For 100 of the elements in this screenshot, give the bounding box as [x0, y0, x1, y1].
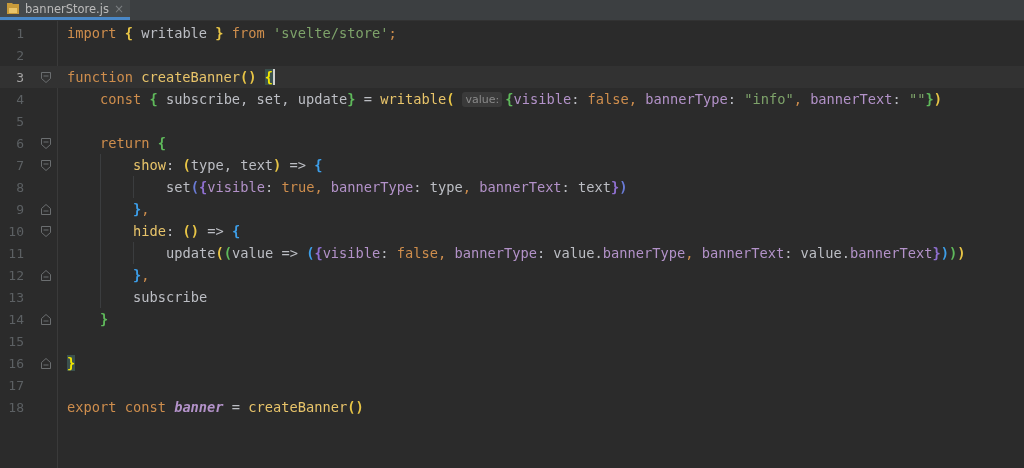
fold-icon[interactable] [41, 225, 51, 237]
code-token: : text [561, 179, 612, 195]
code-token: set [166, 179, 191, 195]
code-token: bannerType [602, 245, 686, 261]
matched-bracket: { [264, 69, 274, 85]
bracket: ( [190, 179, 199, 195]
code-token: , [141, 201, 150, 217]
unfold-icon[interactable] [41, 269, 51, 281]
code-token: , [438, 245, 448, 261]
code-token: : [571, 91, 581, 107]
bracket: } [215, 25, 224, 41]
code-token: , [141, 267, 150, 283]
line-number: 10 [7, 223, 24, 239]
code-token: writable [140, 25, 209, 41]
line-number: 5 [15, 113, 24, 129]
bracket: ) [948, 245, 958, 261]
code-token: hide [133, 223, 166, 239]
code-token: = [362, 91, 373, 107]
tab-title: bannerStore.js [25, 1, 109, 16]
code-token: value => [231, 245, 299, 261]
code-token: = [230, 399, 242, 415]
bracket: { [314, 157, 323, 173]
bracket: () [240, 69, 258, 85]
line-number: 2 [15, 47, 24, 63]
code-token: bannerType [330, 179, 414, 195]
code-token: : [165, 223, 176, 239]
file-tab[interactable]: bannerStore.js × [0, 0, 131, 20]
code-token: bannerText [810, 91, 893, 107]
code-token: function [67, 69, 134, 85]
line-number: 12 [7, 267, 24, 283]
unfold-icon[interactable] [41, 203, 51, 215]
code-token: const [100, 91, 143, 107]
unfold-icon[interactable] [41, 357, 51, 369]
bracket: ( [446, 91, 455, 107]
bracket: { [199, 179, 208, 195]
bracket: } [611, 179, 620, 195]
code-token: , [628, 91, 639, 107]
bracket: ( [215, 245, 224, 261]
bracket: () [182, 223, 199, 239]
code-token: , [314, 179, 324, 195]
bracket: } [133, 201, 142, 217]
code-token: from [230, 25, 266, 41]
bracket: { [231, 223, 241, 239]
line-number: 9 [15, 201, 24, 217]
code-token: ; [388, 25, 397, 41]
unfold-icon[interactable] [41, 313, 51, 325]
code-token: false [396, 245, 438, 261]
code-token: "info" [744, 91, 794, 107]
code-token: subscribe, set, update [164, 91, 348, 107]
code-token: "" [909, 91, 926, 107]
bracket: ( [182, 157, 191, 173]
matched-bracket: } [67, 355, 76, 371]
line-number: 1 [15, 25, 24, 41]
line-number: 6 [15, 135, 24, 151]
line-number: 18 [7, 399, 24, 415]
bracket: ) [957, 245, 966, 261]
code-token: createBanner [141, 69, 241, 85]
line-number: 17 [7, 377, 24, 393]
code-token: bannerText [479, 179, 562, 195]
bracket: ) [619, 179, 628, 195]
code-token: subscribe [133, 289, 208, 305]
code-token: => [288, 157, 308, 173]
line-number: 11 [7, 245, 24, 261]
code-token: : type [413, 179, 463, 195]
code-token: createBanner [248, 399, 348, 415]
line-number: 16 [7, 355, 24, 371]
bracket: } [925, 91, 934, 107]
line-number: 8 [15, 179, 24, 195]
code-token: => [206, 223, 225, 239]
code-token: : value. [784, 245, 851, 261]
bracket: ) [273, 157, 282, 173]
code-token: , [793, 91, 803, 107]
code-token: show [133, 157, 166, 173]
code-token: import [67, 25, 118, 41]
bracket: { [149, 91, 158, 107]
bracket: { [157, 135, 166, 151]
fold-icon[interactable] [41, 71, 51, 83]
text-caret [273, 69, 275, 85]
bracket: { [505, 91, 514, 107]
code-token: 'svelte/store' [273, 25, 389, 41]
code-token: : [380, 245, 390, 261]
code-token: : value. [536, 245, 603, 261]
line-number: 3 [15, 69, 24, 85]
bracket: ( [306, 245, 315, 261]
line-number: 14 [7, 311, 24, 327]
bracket: ) [940, 245, 949, 261]
bracket: () [347, 399, 364, 415]
code-token: bannerText [850, 245, 933, 261]
fold-icon[interactable] [41, 159, 51, 171]
line-number: 13 [7, 289, 24, 305]
code-token: : [892, 91, 902, 107]
code-token: bannerType [645, 91, 728, 107]
code-token: true [281, 179, 315, 195]
code-token: : [727, 91, 737, 107]
bracket: } [133, 267, 142, 283]
bracket: } [100, 311, 109, 327]
fold-icon[interactable] [41, 137, 51, 149]
line-number: 4 [15, 91, 24, 107]
parameter-hint: value: [462, 91, 503, 107]
code-token: : [165, 157, 176, 173]
